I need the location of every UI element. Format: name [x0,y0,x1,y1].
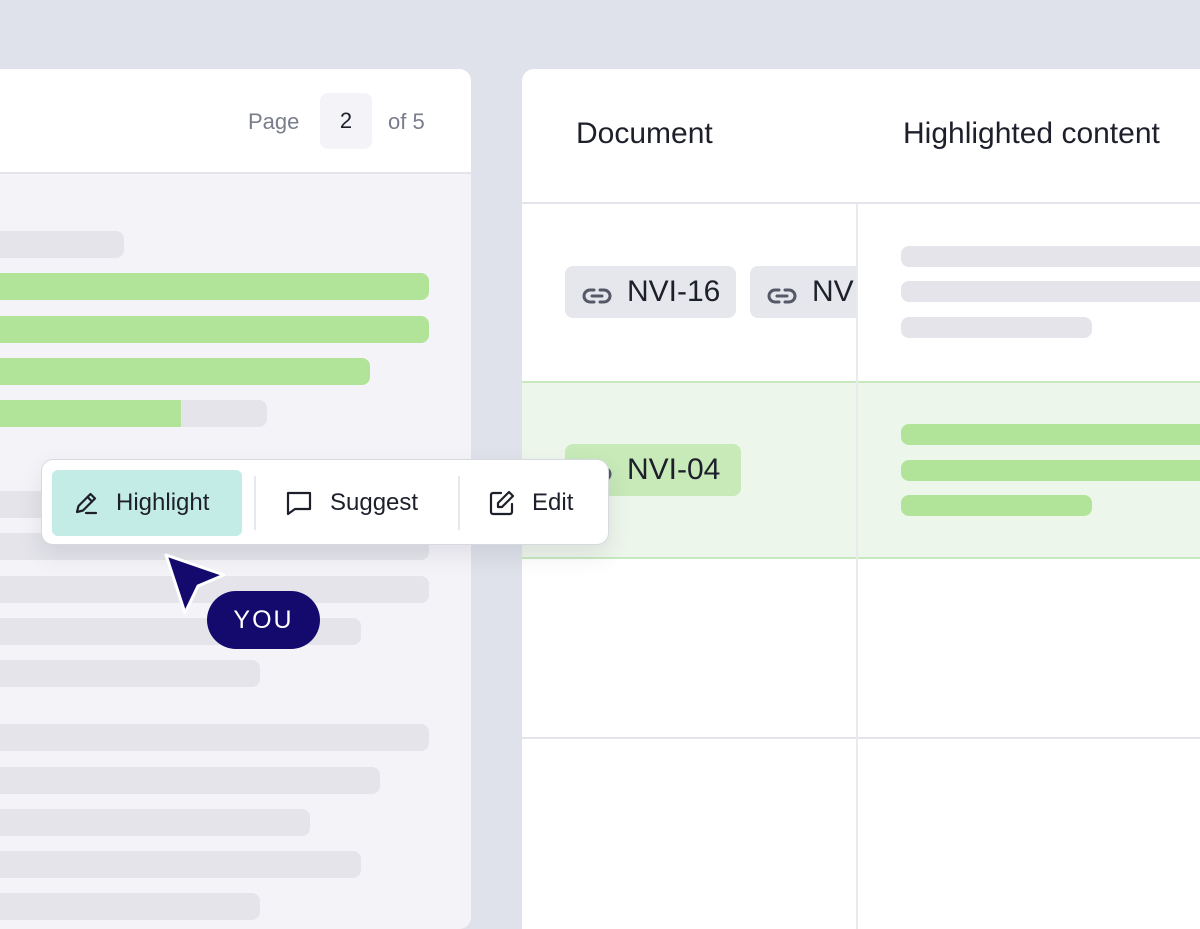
text-line-placeholder [0,231,124,258]
highlighted-text-line[interactable] [0,273,429,300]
link-icon [581,281,613,304]
edit-button-label: Edit [532,489,574,516]
highlighted-text-line[interactable] [0,316,429,343]
document-link-label: NVI [812,275,856,308]
highlights-table: Document Highlighted content NVI-16 NVI … [522,69,1200,929]
column-header-document: Document [576,117,713,150]
document-link-chip[interactable]: NVI [750,266,856,318]
highlighted-content-line [901,495,1092,516]
content-line-placeholder [901,246,1200,267]
highlighted-text-line[interactable] [0,400,181,427]
highlight-button-label: Highlight [116,489,210,516]
highlighted-text-line[interactable] [0,358,370,385]
document-link-label: NVI-16 [627,275,721,308]
text-line-placeholder [0,767,380,794]
content-line-placeholder [901,317,1092,338]
document-link-chip[interactable]: NVI-16 [565,266,736,318]
comment-icon [286,491,312,516]
toolbar-divider [254,476,256,530]
pencil-icon [75,492,98,515]
highlighted-content-line [901,460,1200,481]
text-line-placeholder [0,809,310,836]
page-count-label: of 5 [388,109,425,134]
text-line-placeholder [0,660,260,687]
link-icon [766,281,798,304]
document-link-label: NVI-04 [627,453,721,486]
text-line-placeholder [0,893,260,920]
toolbar-divider [458,476,460,530]
text-line-placeholder [0,724,429,751]
column-header-highlighted-content: Highlighted content [903,117,1160,150]
highlighted-content-line [901,424,1200,445]
user-cursor-label: YOU [207,591,320,649]
suggest-button-label: Suggest [330,489,419,516]
document-header: Page 2 of 5 [0,69,471,174]
highlight-button[interactable]: Highlight [52,470,242,536]
text-line-placeholder [0,851,361,878]
edit-icon [489,490,515,516]
content-line-placeholder [901,281,1200,302]
edit-button[interactable]: Edit [474,470,594,536]
table-cell-document: NVI-16 NVI [522,204,856,380]
page-number-input[interactable]: 2 [320,93,372,149]
page-label: Page [248,109,300,134]
column-divider [856,204,858,929]
suggest-button[interactable]: Suggest [270,470,460,536]
selection-toolbar: Highlight Suggest Edit [41,459,609,545]
row-divider [522,737,1200,739]
